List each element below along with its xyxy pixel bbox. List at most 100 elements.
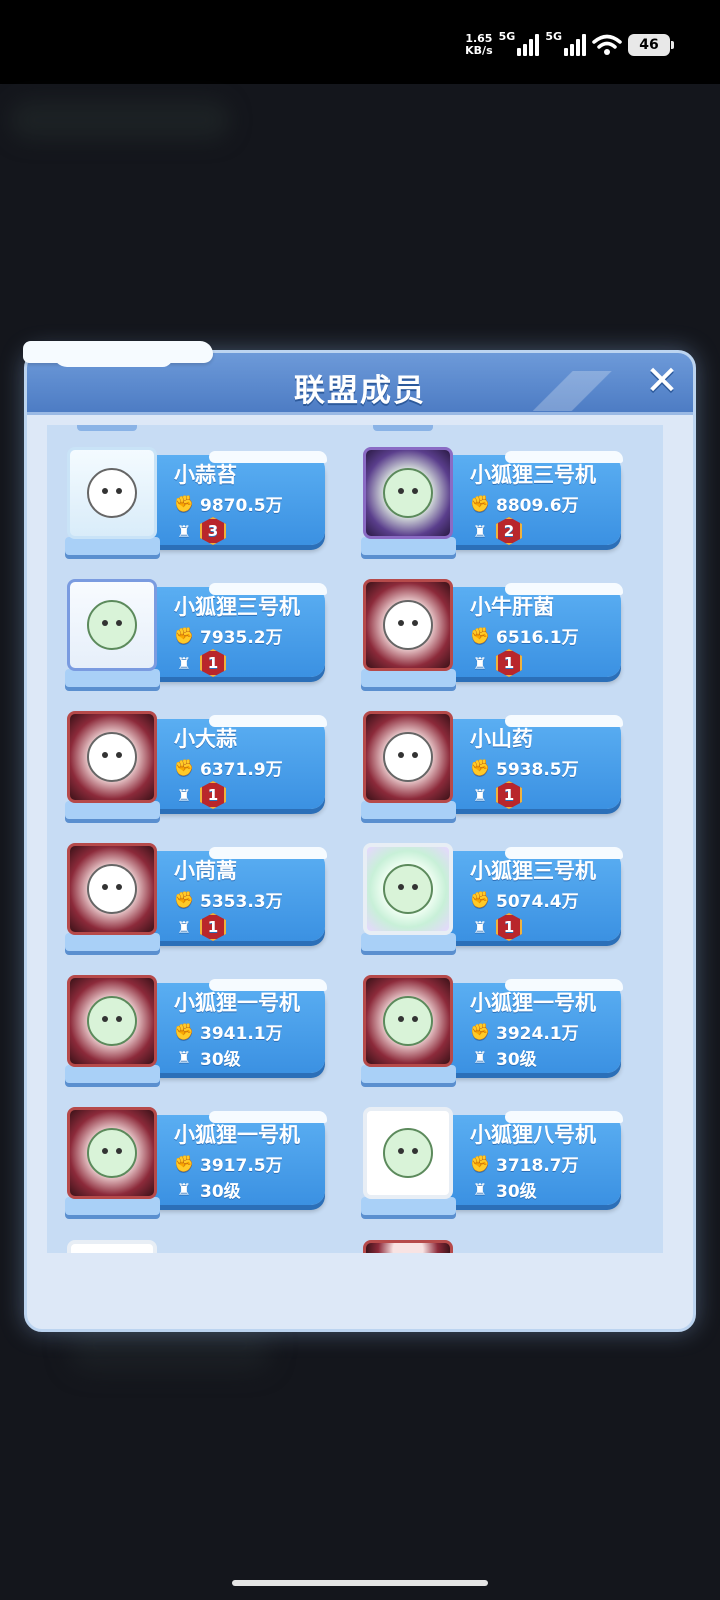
snow-decoration	[23, 341, 213, 367]
member-card[interactable]: 小大蒜 ✊ 6371.9万 ♜ 1	[65, 711, 331, 819]
member-card[interactable]: 小茼蒿 ✊ 5353.3万 ♜ 1	[65, 843, 331, 951]
member-card[interactable]: 小狐狸一号机 ✊ 3917.5万 ♜ 30级	[65, 1107, 331, 1215]
member-avatar[interactable]	[67, 447, 157, 539]
dialog-header: 联盟成员 ✕	[23, 341, 693, 415]
member-avatar-partial	[363, 1240, 453, 1253]
member-power: 3941.1万	[200, 1024, 283, 1044]
member-power: 7935.2万	[200, 628, 283, 648]
member-power: 9870.5万	[200, 496, 283, 516]
member-level: 30级	[496, 1182, 537, 1202]
member-power: 5353.3万	[200, 892, 283, 912]
castle-icon: ♜	[176, 1048, 192, 1067]
member-card[interactable]: 小山药 ✊ 5938.5万 ♜ 1	[361, 711, 627, 819]
fist-icon: ✊	[470, 890, 490, 909]
member-level-row: ♜ 30级	[470, 1045, 537, 1070]
list-item-peek	[373, 425, 433, 431]
member-card[interactable]: 小狐狸一号机 ✊ 3924.1万 ♜ 30级	[361, 975, 627, 1083]
home-indicator[interactable]	[232, 1580, 488, 1586]
member-power-row: ✊ 5074.4万	[470, 887, 579, 912]
castle-icon: ♜	[176, 1180, 192, 1199]
member-name: 小狐狸三号机	[470, 859, 596, 883]
member-name: 小蒜苔	[174, 463, 237, 487]
member-level: 30级	[200, 1182, 241, 1202]
castle-icon: ♜	[176, 917, 192, 937]
member-level-row: ♜ 1	[174, 913, 226, 941]
avatar-face	[87, 864, 137, 914]
member-card[interactable]: 小狐狸一号机 ✊ 3941.1万 ♜ 30级	[65, 975, 331, 1083]
member-power-row: ✊ 3917.5万	[174, 1151, 283, 1176]
status-icons: 1.65 KB/s 5G 5G 46	[465, 30, 674, 60]
member-name: 小狐狸一号机	[470, 991, 596, 1015]
rank-badge: 3	[200, 517, 226, 545]
fist-icon: ✊	[174, 758, 194, 777]
member-name: 小茼蒿	[174, 859, 237, 883]
member-power: 3924.1万	[496, 1024, 579, 1044]
castle-icon: ♜	[472, 653, 488, 673]
member-card[interactable]: 小狐狸三号机 ✊ 5074.4万 ♜ 1	[361, 843, 627, 951]
castle-icon: ♜	[472, 521, 488, 541]
member-level-row: ♜ 1	[470, 913, 522, 941]
member-list[interactable]: 小蒜苔 ✊ 9870.5万 ♜ 3 小狐狸三号机 ✊ 8809.6万 ♜ 2 小狐狸三号机 ✊ 7935…	[47, 425, 663, 1253]
member-avatar-partial	[67, 1240, 157, 1253]
member-card[interactable]: 小狐狸三号机 ✊ 8809.6万 ♜ 2	[361, 447, 627, 555]
member-power-row: ✊ 5353.3万	[174, 887, 283, 912]
fist-icon: ✊	[470, 758, 490, 777]
member-card[interactable]: 小狐狸八号机 ✊ 3718.7万 ♜ 30级	[361, 1107, 627, 1215]
rank-badge: 1	[496, 913, 522, 941]
rank-badge: 1	[496, 781, 522, 809]
member-avatar[interactable]	[363, 975, 453, 1067]
member-avatar[interactable]	[363, 711, 453, 803]
avatar-face	[383, 1128, 433, 1178]
member-avatar[interactable]	[67, 1107, 157, 1199]
status-bar: 1.65 KB/s 5G 5G 46	[0, 0, 720, 84]
member-avatar[interactable]	[363, 447, 453, 539]
member-power: 5938.5万	[496, 760, 579, 780]
member-name: 小狐狸一号机	[174, 991, 300, 1015]
rank-badge: 2	[496, 517, 522, 545]
network-speed: 1.65 KB/s	[465, 33, 492, 57]
rank-badge: 1	[496, 649, 522, 677]
avatar-face	[383, 864, 433, 914]
fist-icon: ✊	[470, 1154, 490, 1173]
network-type-2: 5G	[545, 30, 562, 43]
member-level-row: ♜ 30级	[470, 1177, 537, 1202]
member-avatar[interactable]	[363, 579, 453, 671]
member-avatar[interactable]	[67, 711, 157, 803]
castle-icon: ♜	[176, 521, 192, 541]
alliance-members-dialog: 联盟成员 ✕ 小蒜苔 ✊ 9870.5万 ♜ 3 小狐狸三号机 ✊ 8809.6万 ♜ 2 小狐狸三…	[23, 341, 696, 1332]
fist-icon: ✊	[174, 494, 194, 513]
close-icon[interactable]: ✕	[645, 361, 679, 401]
member-level-row: ♜ 1	[470, 649, 522, 677]
list-item-peek	[77, 425, 137, 431]
avatar-face	[87, 996, 137, 1046]
castle-icon: ♜	[472, 1180, 488, 1199]
member-avatar[interactable]	[67, 579, 157, 671]
member-name: 小大蒜	[174, 727, 237, 751]
member-level-row: ♜ 1	[174, 649, 226, 677]
member-avatar[interactable]	[67, 975, 157, 1067]
avatar-face	[87, 600, 137, 650]
member-avatar[interactable]	[363, 1107, 453, 1199]
member-name: 小狐狸一号机	[174, 1123, 300, 1147]
fist-icon: ✊	[470, 1022, 490, 1041]
castle-icon: ♜	[472, 917, 488, 937]
member-level-row: ♜ 2	[470, 517, 522, 545]
member-avatar[interactable]	[67, 843, 157, 935]
member-power-row: ✊ 7935.2万	[174, 623, 283, 648]
avatar-face	[87, 1128, 137, 1178]
member-power-row: ✊ 3924.1万	[470, 1019, 579, 1044]
member-power-row: ✊ 3718.7万	[470, 1151, 579, 1176]
member-power-row: ✊ 8809.6万	[470, 491, 579, 516]
member-card[interactable]: 小牛肝菌 ✊ 6516.1万 ♜ 1	[361, 579, 627, 687]
member-avatar[interactable]	[363, 843, 453, 935]
member-card[interactable]: 小蒜苔 ✊ 9870.5万 ♜ 3	[65, 447, 331, 555]
member-level-row: ♜ 30级	[174, 1045, 241, 1070]
castle-icon: ♜	[472, 785, 488, 805]
member-level-row: ♜ 3	[174, 517, 226, 545]
fist-icon: ✊	[174, 1022, 194, 1041]
member-level-row: ♜ 1	[470, 781, 522, 809]
member-card[interactable]: 小狐狸三号机 ✊ 7935.2万 ♜ 1	[65, 579, 331, 687]
dialog-title: 联盟成员	[294, 373, 426, 409]
member-level: 30级	[496, 1050, 537, 1070]
castle-icon: ♜	[176, 785, 192, 805]
